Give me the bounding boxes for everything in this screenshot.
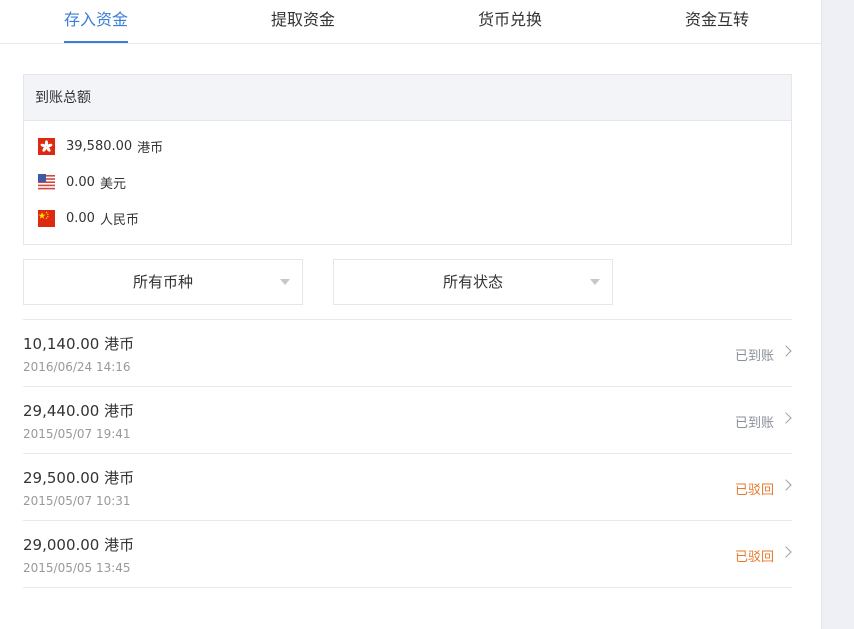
- record-status: 已到账: [734, 349, 774, 364]
- record-row[interactable]: 29,440.00 港币 2015/05/07 19:41 已到账: [23, 387, 792, 454]
- record-date: 2015/05/05 13:45: [23, 561, 131, 575]
- tab-currency-exchange[interactable]: 货币兑换: [477, 0, 543, 44]
- status-filter-dropdown[interactable]: 所有状态: [333, 259, 613, 305]
- chevron-right-icon: [780, 546, 792, 558]
- total-row-hkd: 39,580.00 港币: [38, 137, 164, 156]
- total-row-usd: 0.00 美元: [38, 173, 126, 192]
- total-currency-usd: 美元: [99, 176, 126, 192]
- record-date: 2015/05/07 10:31: [23, 494, 131, 508]
- tab-bar: 存入资金 提取资金 货币兑换 资金互转: [0, 0, 821, 44]
- total-received-title: 到账总额: [24, 75, 791, 121]
- total-amount-usd: 0.00: [66, 174, 95, 190]
- chevron-right-icon: [780, 345, 792, 357]
- caret-down-icon: [590, 279, 600, 285]
- tab-withdraw[interactable]: 提取资金: [270, 0, 336, 44]
- record-row[interactable]: 10,140.00 港币 2016/06/24 14:16 已到账: [23, 320, 792, 387]
- total-currency-hkd: 港币: [137, 140, 164, 156]
- currency-filter-dropdown[interactable]: 所有币种: [23, 259, 303, 305]
- main-panel: 存入资金 提取资金 货币兑换 资金互转 到账总额 39,580.00 港币 0.…: [0, 0, 821, 629]
- chevron-right-icon: [780, 479, 792, 491]
- record-row[interactable]: 29,500.00 港币 2015/05/07 10:31 已驳回: [23, 454, 792, 521]
- deposit-records-list: 10,140.00 港币 2016/06/24 14:16 已到账 29,440…: [23, 319, 792, 588]
- record-amount: 29,000.00 港币: [23, 536, 135, 554]
- cn-flag-icon: [38, 209, 55, 227]
- status-filter-label: 所有状态: [442, 273, 503, 291]
- caret-down-icon: [280, 279, 290, 285]
- record-status: 已到账: [734, 416, 774, 431]
- tab-fund-transfer[interactable]: 资金互转: [684, 0, 750, 44]
- chevron-right-icon: [780, 412, 792, 424]
- record-date: 2015/05/07 19:41: [23, 427, 131, 441]
- total-currency-cny: 人民币: [99, 212, 139, 228]
- record-status: 已驳回: [734, 483, 774, 498]
- total-amount-cny: 0.00: [66, 210, 95, 226]
- tab-deposit[interactable]: 存入资金: [64, 0, 128, 44]
- active-tab-indicator: [64, 41, 128, 43]
- record-amount: 10,140.00 港币: [23, 335, 135, 353]
- record-status: 已驳回: [734, 550, 774, 565]
- side-panel: [821, 0, 854, 629]
- hk-flag-icon: [38, 137, 55, 155]
- us-flag-icon: [38, 173, 55, 191]
- record-date: 2016/06/24 14:16: [23, 360, 131, 374]
- record-amount: 29,500.00 港币: [23, 469, 135, 487]
- total-row-cny: 0.00 人民币: [38, 209, 139, 228]
- record-amount: 29,440.00 港币: [23, 402, 135, 420]
- record-row[interactable]: 29,000.00 港币 2015/05/05 13:45 已驳回: [23, 521, 792, 588]
- total-amount-hkd: 39,580.00: [66, 138, 133, 154]
- total-received-card: 到账总额 39,580.00 港币 0.00 美元 0.00 人民币: [23, 74, 792, 245]
- currency-filter-label: 所有币种: [132, 273, 193, 291]
